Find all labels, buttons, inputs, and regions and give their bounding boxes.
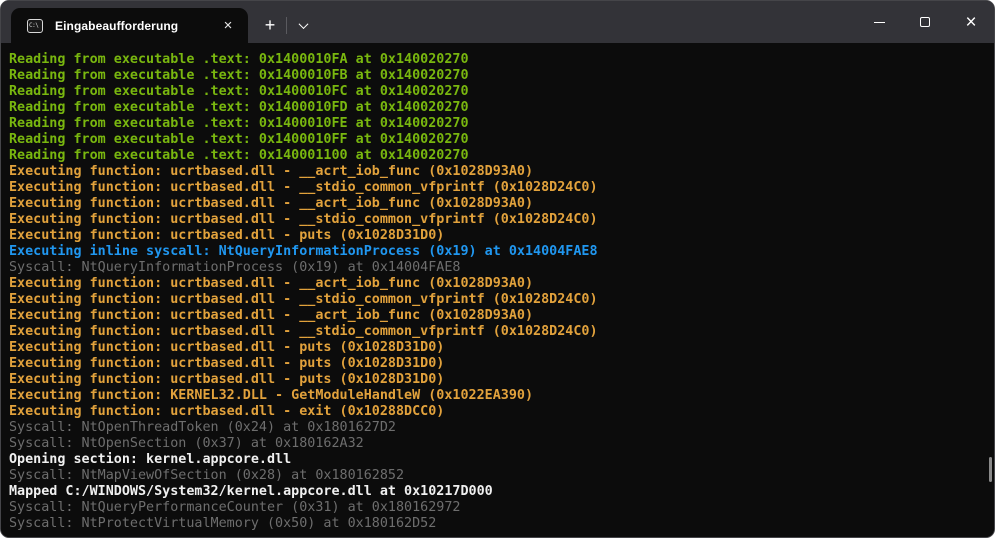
terminal-line: Executing function: ucrtbased.dll - puts…: [9, 228, 984, 244]
terminal-lines: Reading from executable .text: 0x1400010…: [9, 52, 984, 532]
terminal-line: Executing function: KERNEL32.DLL - GetMo…: [9, 388, 984, 404]
terminal-line: Syscall: NtMapViewOfSection (0x28) at 0x…: [9, 468, 984, 484]
terminal-line: Mapped C:/WINDOWS/System32/kernel.appcor…: [9, 484, 984, 500]
terminal-line: Executing function: ucrtbased.dll - __ac…: [9, 196, 984, 212]
terminal-line: Executing function: ucrtbased.dll - __ac…: [9, 308, 984, 324]
command-prompt-icon: C:\: [27, 19, 43, 33]
terminal-line: Executing function: ucrtbased.dll - puts…: [9, 372, 984, 388]
tab-dropdown-button[interactable]: [287, 8, 319, 43]
title-bar: C:\ Eingabeaufforderung × + ×: [1, 1, 994, 43]
terminal-line: Reading from executable .text: 0x1400010…: [9, 116, 984, 132]
minimize-icon: [874, 22, 885, 23]
terminal-line: Executing function: ucrtbased.dll - __ac…: [9, 276, 984, 292]
terminal-line: Executing function: ucrtbased.dll - puts…: [9, 340, 984, 356]
scrollbar-track: [988, 43, 994, 537]
terminal-line: Reading from executable .text: 0x1400010…: [9, 84, 984, 100]
terminal-output[interactable]: Reading from executable .text: 0x1400010…: [1, 43, 994, 537]
tab-close-icon[interactable]: ×: [218, 16, 238, 36]
minimize-button[interactable]: [856, 1, 902, 43]
maximize-icon: [920, 17, 930, 27]
terminal-line: Syscall: NtOpenSection (0x37) at 0x18016…: [9, 436, 984, 452]
terminal-line: Reading from executable .text: 0x1400010…: [9, 100, 984, 116]
terminal-line: Executing inline syscall: NtQueryInforma…: [9, 244, 984, 260]
terminal-line: Reading from executable .text: 0x1400011…: [9, 148, 984, 164]
new-tab-button[interactable]: +: [254, 8, 286, 43]
terminal-line: Reading from executable .text: 0x1400010…: [9, 68, 984, 84]
maximize-button[interactable]: [902, 1, 948, 43]
scrollbar-thumb[interactable]: [989, 457, 992, 482]
close-button[interactable]: ×: [948, 1, 994, 43]
tab-title: Eingabeaufforderung: [55, 19, 218, 33]
tab-eingabeaufforderung[interactable]: C:\ Eingabeaufforderung ×: [11, 8, 248, 43]
terminal-line: Executing function: ucrtbased.dll - __st…: [9, 212, 984, 228]
terminal-line: Syscall: NtProtectVirtualMemory (0x50) a…: [9, 516, 984, 532]
close-icon: ×: [965, 13, 976, 32]
window-controls: ×: [856, 1, 994, 43]
terminal-line: Executing function: ucrtbased.dll - __st…: [9, 324, 984, 340]
chevron-down-icon: [298, 19, 308, 29]
command-prompt-icon-text: C:\: [28, 20, 38, 29]
terminal-line: Reading from executable .text: 0x1400010…: [9, 132, 984, 148]
terminal-line: Syscall: NtOpenThreadToken (0x24) at 0x1…: [9, 420, 984, 436]
title-bar-drag-area[interactable]: [319, 1, 856, 43]
terminal-line: Executing function: ucrtbased.dll - __ac…: [9, 164, 984, 180]
terminal-window: C:\ Eingabeaufforderung × + × Reading fr…: [0, 0, 995, 538]
terminal-line: Syscall: NtQueryPerformanceCounter (0x31…: [9, 500, 984, 516]
terminal-line: Opening section: kernel.appcore.dll: [9, 452, 984, 468]
terminal-line: Executing function: ucrtbased.dll - __st…: [9, 292, 984, 308]
terminal-line: Executing function: ucrtbased.dll - puts…: [9, 356, 984, 372]
terminal-line: Reading from executable .text: 0x1400010…: [9, 52, 984, 68]
terminal-line: Syscall: NtQueryInformationProcess (0x19…: [9, 260, 984, 276]
terminal-line: Executing function: ucrtbased.dll - __st…: [9, 180, 984, 196]
terminal-line: Executing function: ucrtbased.dll - exit…: [9, 404, 984, 420]
